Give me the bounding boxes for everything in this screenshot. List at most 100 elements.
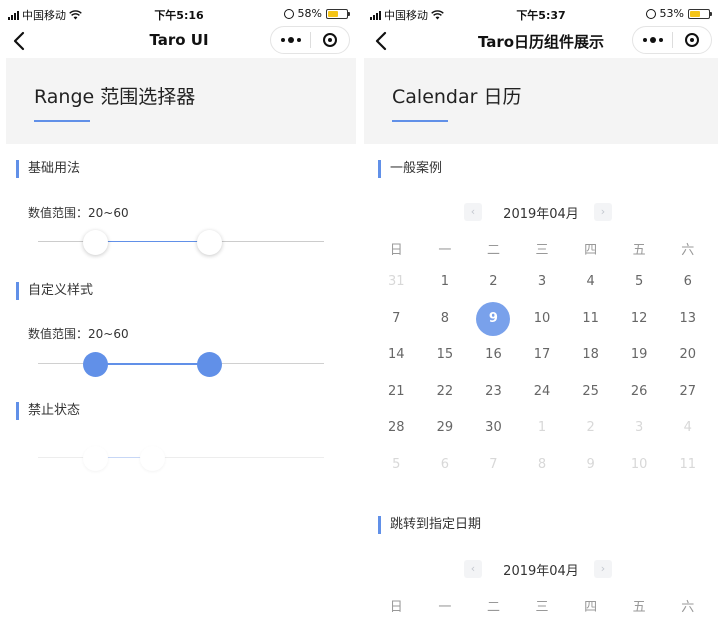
calendar-day-other-month[interactable]: 10: [615, 449, 664, 481]
more-icon[interactable]: [633, 37, 672, 43]
range-slider-disabled: [38, 443, 324, 473]
calendar-day[interactable]: 24: [518, 376, 567, 408]
alarm-icon: [645, 8, 656, 19]
calendar-day[interactable]: 10: [518, 303, 567, 335]
weekday-label: 六: [681, 243, 695, 258]
calendar-day[interactable]: 11: [566, 303, 615, 335]
calendar-day[interactable]: 4: [566, 266, 615, 298]
calendar-week-row: 14 15 16 17 18 19 20: [372, 339, 712, 371]
slider-thumb-end: [139, 446, 165, 471]
calendar-day[interactable]: 26: [615, 376, 664, 408]
section-title-calendar2: 跳转到指定日期: [378, 516, 481, 534]
slider-thumb-end[interactable]: [197, 352, 223, 377]
calendar-day[interactable]: 8: [421, 303, 470, 335]
calendar-day[interactable]: 14: [372, 339, 421, 371]
calendar-day[interactable]: 7: [372, 303, 421, 335]
calendar-day[interactable]: 6: [663, 266, 712, 298]
range-slider-basic[interactable]: [38, 227, 324, 257]
calendar-day-other-month[interactable]: 8: [518, 449, 567, 481]
weekday-label: 日: [389, 600, 403, 615]
weekday-label: 四: [584, 243, 598, 258]
calendar-day[interactable]: 3: [518, 266, 567, 298]
slider-thumb-start[interactable]: [82, 230, 108, 255]
weekday-label: 五: [632, 600, 646, 615]
weekday-label: 三: [535, 243, 549, 258]
capsule-menu: [270, 26, 350, 54]
range-slider-custom[interactable]: [38, 349, 324, 379]
calendar-day[interactable]: 30: [469, 412, 518, 444]
calendar-day[interactable]: 17: [518, 339, 567, 371]
calendar-day[interactable]: 21: [372, 376, 421, 408]
calendar-day[interactable]: 23: [469, 376, 518, 408]
page-header: Range 范围选择器: [6, 58, 356, 144]
slider-thumb-start: [82, 446, 108, 471]
weekday-label: 五: [632, 243, 646, 258]
calendar-day-other-month[interactable]: 4: [663, 412, 712, 444]
more-icon[interactable]: [271, 37, 310, 43]
calendar-day[interactable]: 1: [421, 266, 470, 298]
calendar-day-other-month[interactable]: 5: [372, 449, 421, 481]
range-label-custom: 数值范围：20~60: [28, 327, 129, 341]
phone-left: 中国移动 下午5:16 58% Taro UI Range 范围选择器 基础用法…: [0, 0, 358, 636]
slider-rail: [38, 457, 324, 458]
calendar-header: ‹ 2019年04月 ›: [362, 558, 720, 580]
calendar-day[interactable]: 16: [469, 339, 518, 371]
calendar-day[interactable]: 29: [421, 412, 470, 444]
calendar-month: 2019年04月: [503, 564, 579, 579]
battery-percent: 53%: [659, 7, 684, 20]
calendar-day[interactable]: 5: [615, 266, 664, 298]
calendar-day[interactable]: 20: [663, 339, 712, 371]
chevron-right-icon[interactable]: ›: [594, 560, 612, 578]
calendar-day-other-month[interactable]: 6: [421, 449, 470, 481]
calendar-week-row: 5 6 7 8 9 10 11: [372, 449, 712, 481]
weekday-label: 一: [438, 243, 452, 258]
calendar-day[interactable]: 12: [615, 303, 664, 335]
range-label-basic: 数值范围：20~60: [28, 206, 129, 220]
calendar-day[interactable]: 25: [566, 376, 615, 408]
slider-track: [95, 363, 210, 365]
calendar-day[interactable]: 28: [372, 412, 421, 444]
calendar-day-other-month[interactable]: 31: [372, 266, 421, 298]
calendar-day[interactable]: 13: [663, 303, 712, 335]
phone-right: 中国移动 下午5:37 53% Taro日历组件展示 Calendar 日历 一…: [362, 0, 720, 636]
calendar-day[interactable]: 15: [421, 339, 470, 371]
alarm-icon: [283, 8, 294, 19]
chevron-right-icon[interactable]: ›: [594, 203, 612, 221]
status-bar: 中国移动 下午5:16 58%: [0, 0, 358, 28]
calendar-day-other-month[interactable]: 11: [663, 449, 712, 481]
calendar-day-other-month[interactable]: 2: [566, 412, 615, 444]
calendar-day[interactable]: 18: [566, 339, 615, 371]
battery-icon: [688, 8, 712, 19]
capsule-menu: [632, 26, 712, 54]
slider-thumb-end[interactable]: [197, 230, 223, 255]
weekday-label: 二: [486, 243, 500, 258]
calendar-day-other-month[interactable]: 9: [566, 449, 615, 481]
calendar-day-other-month[interactable]: 1: [518, 412, 567, 444]
calendar-day-other-month[interactable]: 7: [469, 449, 518, 481]
record-icon[interactable]: [311, 33, 349, 47]
record-icon[interactable]: [673, 33, 711, 47]
page-header: Calendar 日历: [364, 58, 718, 144]
section-title-disabled: 禁止状态: [16, 402, 80, 420]
calendar-day[interactable]: 2: [469, 266, 518, 298]
calendar-day[interactable]: 19: [615, 339, 664, 371]
calendar-day[interactable]: 27: [663, 376, 712, 408]
section-title-custom: 自定义样式: [16, 282, 93, 300]
status-bar: 中国移动 下午5:37 53%: [362, 0, 720, 28]
slider-thumb-start[interactable]: [82, 352, 108, 377]
calendar-day[interactable]: 22: [421, 376, 470, 408]
page-title: Range 范围选择器: [34, 86, 196, 108]
calendar-week-row: 21 22 23 24 25 26 27: [372, 376, 712, 408]
weekday-label: 四: [584, 600, 598, 615]
calendar-week-row: 7 8 9 10 11 12 13: [372, 301, 712, 336]
nav-bar: Taro日历组件展示: [362, 26, 720, 56]
title-underline: [392, 120, 448, 122]
weekday-label: 日: [389, 243, 403, 258]
calendar-day-other-month[interactable]: 3: [615, 412, 664, 444]
calendar-day-selected[interactable]: 9: [469, 301, 518, 336]
calendar-header: ‹ 2019年04月 ›: [362, 201, 720, 223]
weekday-label: 二: [486, 600, 500, 615]
calendar-weekdays: 日一二三四五六: [372, 239, 712, 258]
calendar-week-row: 31 1 2 3 4 5 6: [372, 266, 712, 298]
slider-track: [95, 241, 210, 242]
